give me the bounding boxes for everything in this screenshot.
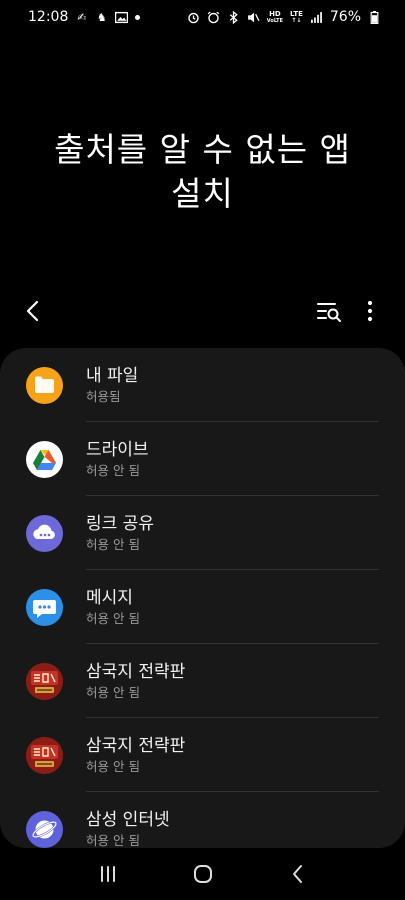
app-name: 드라이브 [86,440,149,460]
app-name: 내 파일 [86,366,139,386]
app-status: 허용 안 됨 [86,759,140,774]
app-name: 삼국지 전략판 [86,736,186,756]
recent-apps-button[interactable] [95,861,121,887]
app-status: 허용 안 됨 [86,685,140,700]
back-arrow-icon [26,300,39,322]
app-text: 드라이브 허용 안 됨 [86,439,149,480]
system-back-button[interactable] [285,861,311,887]
bluetooth-icon [227,10,240,24]
back-chevron-icon [292,865,302,883]
app-status: 허용 안 됨 [86,463,140,478]
app-status: 허용 안 됨 [86,833,140,848]
more-vertical-icon [367,300,373,322]
home-button[interactable] [190,861,216,887]
sanguozhi-game-icon [26,662,63,700]
app-list-card: 내 파일 허용됨 드라이브 허용 안 됨 링크 공유 허용 안 됨 메시지 허용… [0,348,405,848]
app-text: 삼국지 전략판 허용 안 됨 [86,661,185,702]
app-list: 내 파일 허용됨 드라이브 허용 안 됨 링크 공유 허용 안 됨 메시지 허용… [0,348,405,848]
recent-apps-icon [100,866,115,882]
status-left: 12:08 ✍ ♞ [28,9,141,25]
app-item-messages[interactable]: 메시지 허용 안 됨 [0,570,405,644]
status-bar: 12:08 ✍ ♞ HD VoLTE LTE ↑↓ 76% [0,0,405,34]
app-status: 허용됨 [86,389,121,404]
app-text: 삼성 인터넷 허용 안 됨 [86,809,170,848]
app-text: 메시지 허용 안 됨 [86,587,140,628]
app-name: 메시지 [86,588,133,608]
notification-app-icon: ✍ [77,10,87,24]
samsung-internet-icon [26,810,63,848]
sanguozhi-game-icon [26,736,63,774]
gallery-notification-icon [115,11,129,24]
back-button[interactable] [20,298,46,324]
page-title: 출처를 알 수 없는 앱 설치 [54,130,351,213]
link-share-cloud-icon [26,514,63,552]
lte-indicator: LTE ↑↓ [290,9,303,24]
home-icon [193,865,212,883]
app-item-my-files[interactable]: 내 파일 허용됨 [0,348,405,422]
search-filter-button[interactable] [315,298,343,324]
mute-icon [247,11,260,24]
battery-percent: 76% [329,9,361,25]
app-text: 링크 공유 허용 안 됨 [86,513,154,554]
alarm-clock-icon [207,11,220,24]
app-status: 허용 안 됨 [86,537,140,552]
app-name: 삼성 인터넷 [86,810,170,830]
list-search-icon [317,303,341,322]
navigation-bar [0,848,405,900]
app-item-link-share[interactable]: 링크 공유 허용 안 됨 [0,496,405,570]
status-right: HD VoLTE LTE ↑↓ 76% [187,9,381,25]
app-status: 허용 안 됨 [86,611,140,626]
folder-icon [26,366,63,404]
battery-icon [368,10,381,24]
more-notifications-dot [135,14,141,20]
app-item-sanguozhi-1[interactable]: 삼국지 전략판 허용 안 됨 [0,644,405,718]
status-time: 12:08 [28,9,69,25]
google-drive-icon [26,440,63,478]
signal-icon [310,11,323,24]
app-text: 내 파일 허용됨 [86,365,138,406]
game-notification-icon: ♞ [96,10,107,24]
app-item-samsung-internet[interactable]: 삼성 인터넷 허용 안 됨 [0,792,405,848]
app-name: 링크 공유 [86,514,154,534]
action-bar [0,290,405,332]
app-item-sanguozhi-2[interactable]: 삼국지 전략판 허용 안 됨 [0,718,405,792]
app-name: 삼국지 전략판 [86,662,186,682]
message-bubble-icon [26,588,63,626]
app-item-drive[interactable]: 드라이브 허용 안 됨 [0,422,405,496]
alarm-icon [187,11,200,24]
more-options-button[interactable] [360,298,380,324]
volte-indicator: HD VoLTE [266,9,284,24]
app-text: 삼국지 전략판 허용 안 됨 [86,735,185,776]
